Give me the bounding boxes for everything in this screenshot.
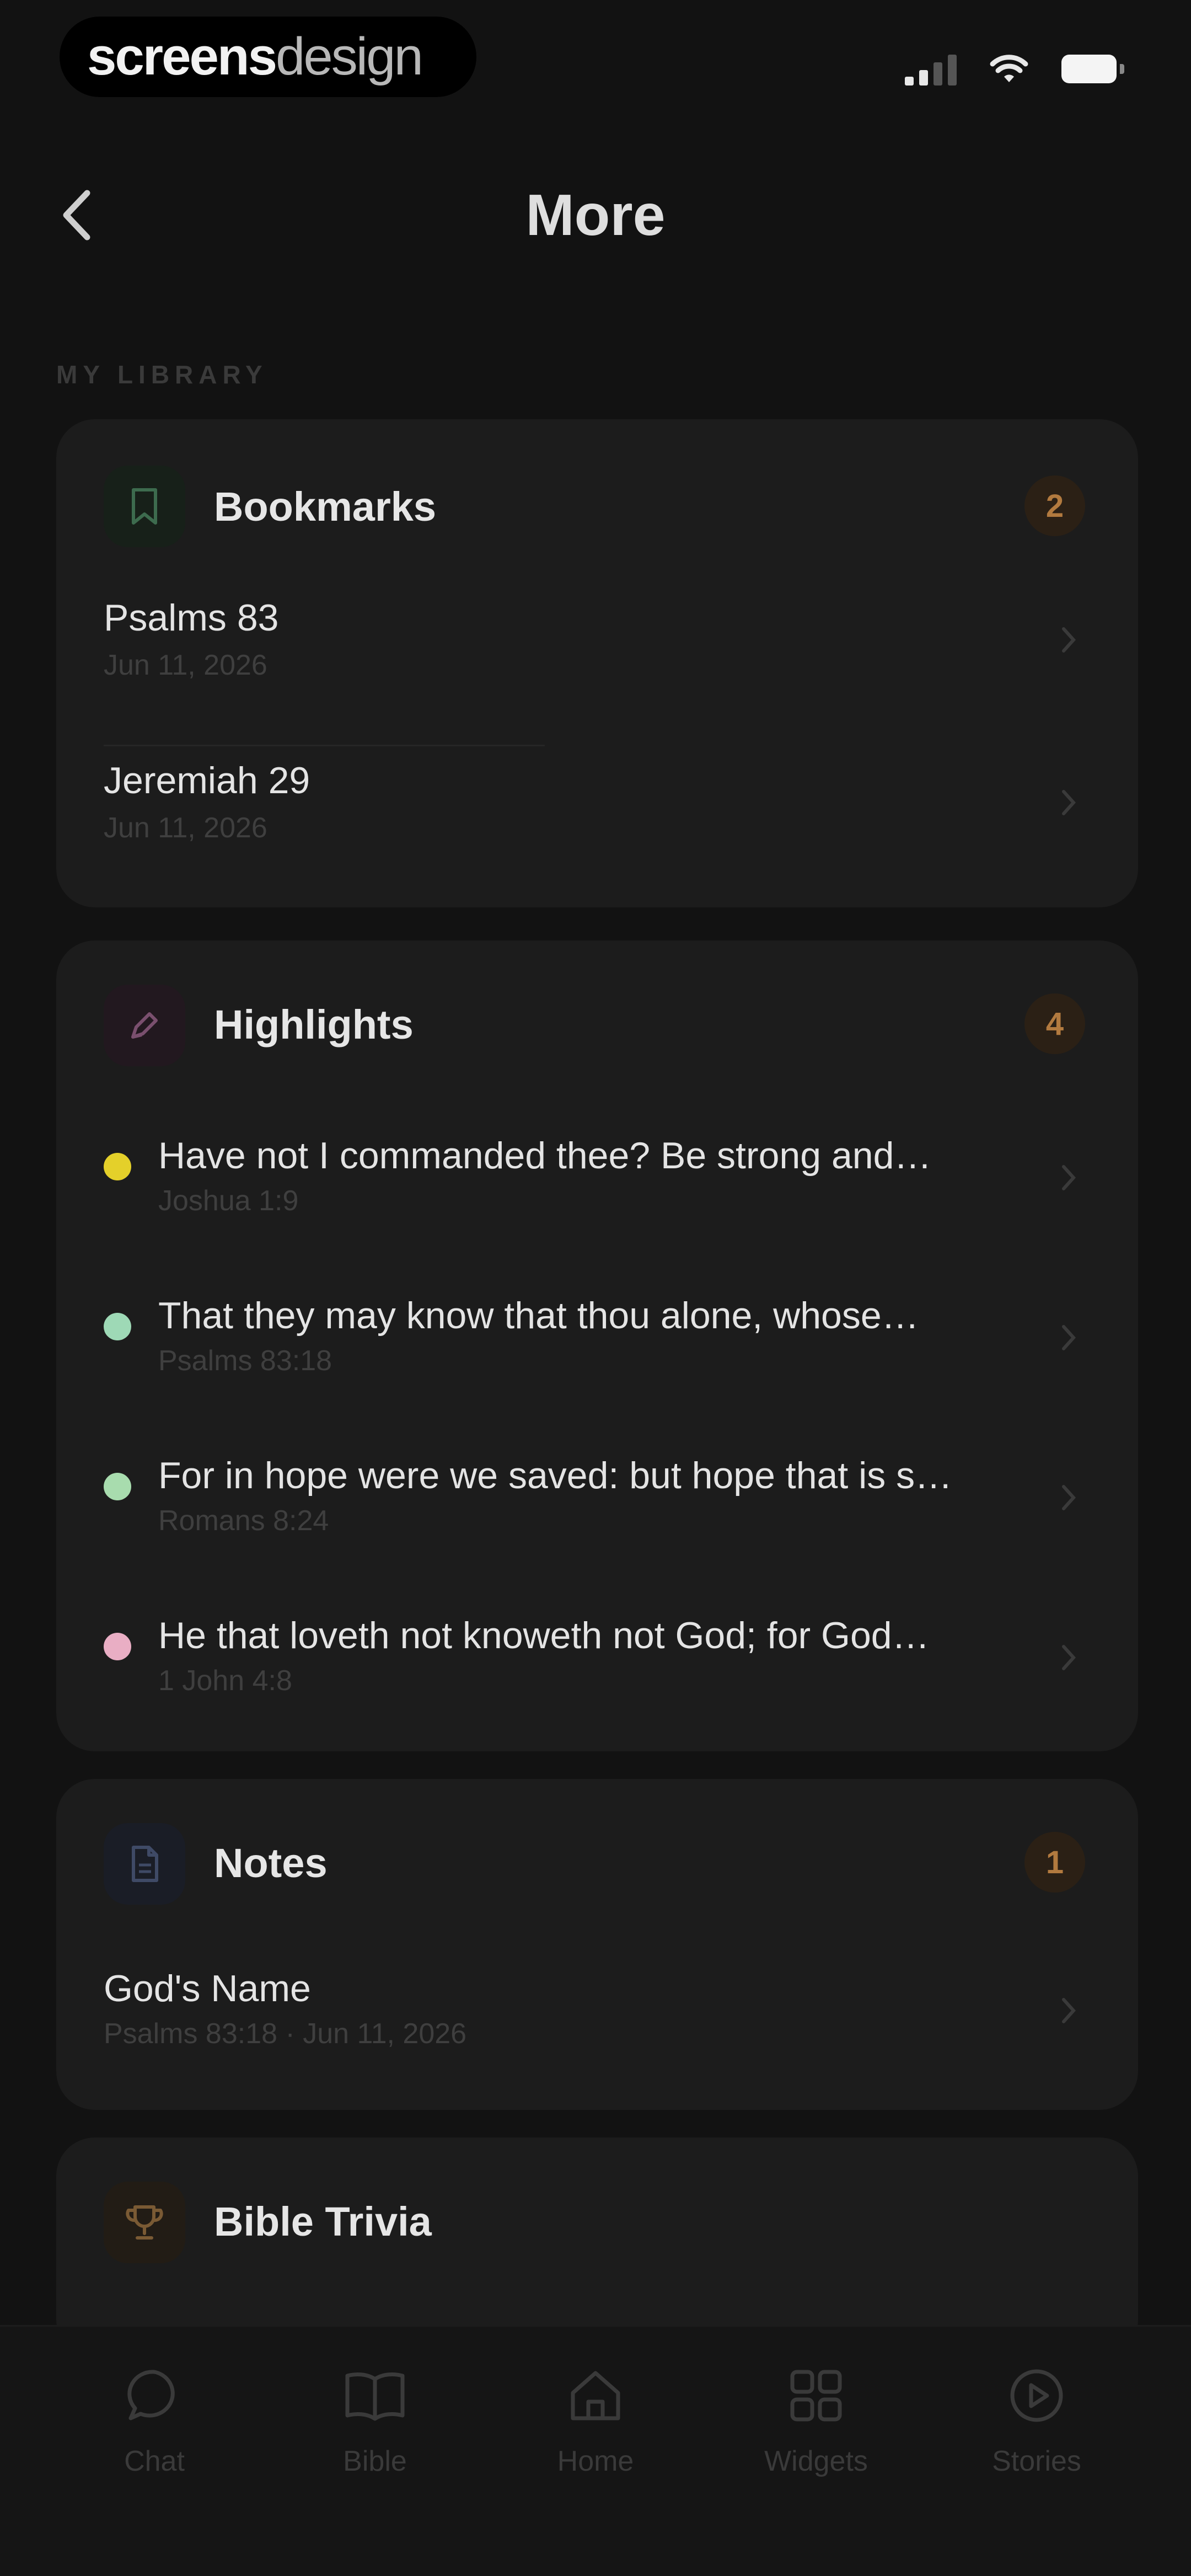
highlights-title[interactable]: Highlights [214,1000,414,1050]
chevron-right-icon [1052,1636,1085,1680]
bookmark-item[interactable]: Jeremiah 29 Jun 11, 2026 [56,758,1138,907]
status-bar: screens design [0,0,1191,116]
notes-title[interactable]: Notes [214,1839,328,1888]
book-icon [339,2360,411,2431]
bookmark-item-title: Psalms 83 [104,597,279,639]
trophy-icon [104,2182,185,2263]
bookmark-item[interactable]: Psalms 83 Jun 11, 2026 [56,596,1138,745]
brand-bold: screens [87,27,277,86]
chevron-right-icon [1052,618,1085,662]
bookmark-item-date: Jun 11, 2026 [104,649,267,681]
highlight-item-text: That they may know that thou alone, whos… [158,1295,919,1337]
divider [104,745,545,746]
chevron-right-icon [1052,1989,1085,2033]
tab-bar: Chat Bible Home Widgets Stories [0,2325,1191,2576]
highlight-item-ref: Psalms 83:18 [158,1345,332,1377]
notes-count-badge: 1 [1024,1832,1085,1893]
document-icon [104,1823,185,1905]
highlight-item-text: He that loveth not knoweth not God; for … [158,1615,930,1656]
highlights-card: Highlights 4 Have not I commanded thee? … [56,940,1138,1751]
tab-label: Home [557,2445,634,2477]
wifi-icon [990,55,1028,82]
trivia-title: Bible Trivia [214,2199,432,2244]
highlight-item[interactable]: Have not I commanded thee? Be strong and… [56,1134,1138,1282]
header: More [0,165,1191,265]
highlighter-icon [104,985,185,1066]
tab-label: Widgets [764,2445,868,2477]
tab-home[interactable]: Home [513,2360,678,2503]
chevron-right-icon [1052,1476,1085,1520]
highlight-color-dot [104,1313,131,1340]
highlights-count-badge: 4 [1024,993,1085,1054]
tab-chat[interactable]: Chat [72,2360,237,2503]
bookmarks-card: Bookmarks 2 Psalms 83 Jun 11, 2026 Jerem… [56,419,1138,907]
note-item[interactable]: God's Name Psalms 83:18 · Jun 11, 2026 [56,1966,1138,2115]
highlight-item-ref: Joshua 1:9 [158,1185,299,1217]
chat-icon [119,2360,190,2431]
tab-label: Chat [124,2445,185,2477]
highlight-item-ref: Romans 8:24 [158,1505,329,1537]
page-title: More [525,183,666,248]
status-icons [905,50,1124,88]
brand-light: design [275,27,423,86]
chevron-right-icon [1052,1316,1085,1360]
battery-icon [1061,55,1124,83]
chevron-right-icon [1052,781,1085,825]
play-icon [1001,2360,1072,2431]
chevron-right-icon [1052,1156,1085,1200]
brand-watermark: screens design [60,17,476,97]
bookmark-icon [104,466,185,547]
widgets-icon [780,2360,852,2431]
bookmark-item-title: Jeremiah 29 [104,760,310,801]
tab-label: Stories [992,2445,1081,2477]
note-item-meta: Psalms 83:18 · Jun 11, 2026 [104,2018,467,2050]
tab-stories[interactable]: Stories [954,2360,1119,2503]
bookmark-item-date: Jun 11, 2026 [104,812,267,844]
tab-widgets[interactable]: Widgets [733,2360,899,2503]
bookmarks-title[interactable]: Bookmarks [214,482,436,532]
highlight-color-dot [104,1153,131,1180]
note-item-title: God's Name [104,1968,311,2010]
home-icon [560,2360,631,2431]
tab-label: Bible [343,2445,407,2477]
highlight-item-ref: 1 John 4:8 [158,1665,292,1697]
bookmarks-count-badge: 2 [1024,475,1085,536]
highlight-item-text: For in hope were we saved: but hope that… [158,1455,953,1497]
highlight-item[interactable]: That they may know that thou alone, whos… [56,1294,1138,1442]
highlight-item[interactable]: For in hope were we saved: but hope that… [56,1453,1138,1602]
notes-card: Notes 1 God's Name Psalms 83:18 · Jun 11… [56,1779,1138,2110]
signal-icon [905,52,957,85]
highlight-color-dot [104,1473,131,1500]
highlight-item[interactable]: He that loveth not knoweth not God; for … [56,1613,1138,1762]
highlight-item-text: Have not I commanded thee? Be strong and… [158,1135,932,1177]
section-label: MY LIBRARY [56,360,268,389]
tab-bible[interactable]: Bible [292,2360,458,2503]
highlight-color-dot [104,1633,131,1660]
